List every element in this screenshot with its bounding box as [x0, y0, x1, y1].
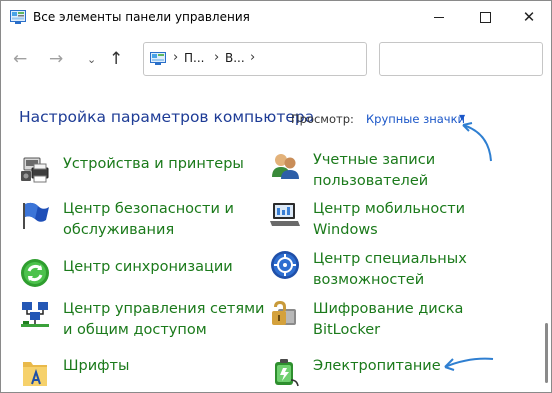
item-fonts[interactable]: Шрифты — [19, 356, 129, 388]
mobility-icon — [270, 203, 300, 226]
network-icon — [21, 302, 49, 327]
item-label: Центр синхронизации — [63, 259, 233, 275]
bitlocker-icon — [272, 301, 296, 325]
forward-button[interactable]: → — [49, 49, 63, 69]
maximize-icon — [479, 11, 491, 23]
maximize-button[interactable] — [462, 1, 508, 33]
minimize-button[interactable] — [416, 1, 462, 33]
navigation-bar: ← → ⌄ ↑ › П... › В... › — [1, 41, 551, 77]
minimize-icon — [434, 16, 444, 18]
item-devices-printers[interactable]: Устройства и принтеры — [19, 154, 244, 186]
item-label: Центр мобильности Windows — [313, 201, 466, 238]
item-power-options[interactable]: Электропитание — [269, 356, 441, 388]
breadcrumb-item[interactable]: В... — [225, 51, 245, 65]
item-label: Центр безопасности и обслуживания — [63, 201, 234, 238]
power-icon — [275, 359, 299, 387]
annotation-arrow-icon — [444, 357, 494, 371]
item-sync-center[interactable]: Центр синхронизации — [19, 257, 233, 289]
control-panel-app-icon — [10, 10, 26, 24]
item-bitlocker[interactable]: Шифрование диска BitLocker — [269, 299, 463, 341]
item-label: Шрифты — [63, 358, 130, 374]
sync-icon — [21, 259, 49, 287]
item-label: Центр управления сетями и общим доступом — [63, 301, 265, 338]
title-bar[interactable]: Все элементы панели управления ✕ — [1, 1, 551, 35]
up-button[interactable]: ↑ — [109, 49, 123, 69]
item-label: Электропитание — [313, 358, 441, 374]
breadcrumb-separator: › — [214, 50, 220, 65]
recent-locations-chevron-icon[interactable]: ⌄ — [87, 50, 96, 70]
item-mobility-center[interactable]: Центр мобильности Windows — [269, 199, 465, 241]
control-panel-window: Все элементы панели управления ✕ ← → ⌄ ↑… — [0, 0, 552, 393]
users-icon — [272, 154, 299, 179]
item-label: Устройства и принтеры — [63, 156, 244, 172]
printer-icon — [21, 157, 49, 183]
breadcrumb-item[interactable]: П... — [184, 51, 204, 65]
item-label: Центр специальных возможностей — [313, 251, 467, 288]
view-by-label: Просмотр: — [291, 112, 354, 126]
close-icon: ✕ — [522, 8, 536, 26]
item-label: Шифрование диска BitLocker — [313, 301, 464, 338]
close-button[interactable]: ✕ — [506, 1, 551, 33]
address-bar[interactable]: › П... › В... › — [143, 42, 367, 76]
back-button[interactable]: ← — [13, 49, 27, 69]
breadcrumb-separator: › — [173, 50, 179, 65]
item-security-maintenance[interactable]: Центр безопасности и обслуживания — [19, 199, 234, 241]
page-title: Настройка параметров компьютера — [19, 108, 315, 126]
scrollbar-thumb[interactable] — [545, 323, 548, 383]
breadcrumb-separator: › — [250, 50, 256, 65]
item-network-sharing[interactable]: Центр управления сетями и общим доступом — [19, 299, 264, 341]
fonts-icon — [23, 362, 47, 386]
item-user-accounts[interactable]: Учетные записи пользователей — [269, 150, 435, 192]
control-panel-location-icon — [150, 52, 166, 65]
annotation-arrow-icon — [462, 122, 492, 162]
flag-icon — [23, 202, 49, 229]
window-title: Все элементы панели управления — [33, 10, 250, 24]
accessibility-icon — [271, 251, 299, 279]
search-input[interactable] — [379, 42, 543, 76]
item-label: Учетные записи пользователей — [313, 152, 436, 189]
item-ease-of-access[interactable]: Центр специальных возможностей — [269, 249, 467, 291]
